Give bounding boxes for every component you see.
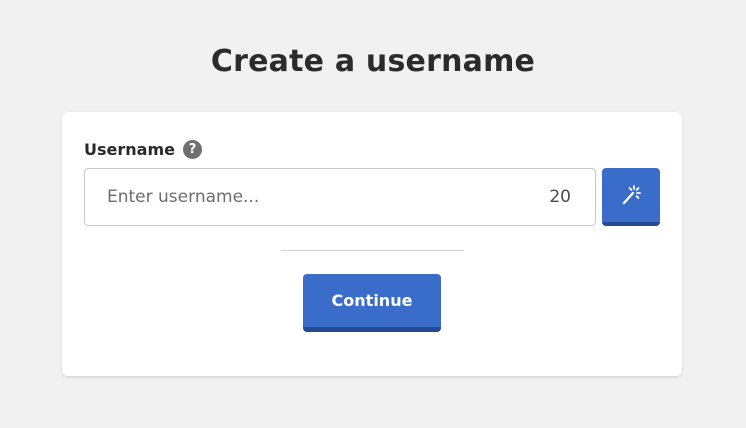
username-input[interactable] [85, 169, 525, 225]
page-title: Create a username [210, 44, 536, 79]
divider [281, 250, 464, 251]
username-label: Username [84, 140, 175, 159]
username-label-row: Username ? [84, 140, 202, 159]
continue-button[interactable]: Continue [303, 274, 441, 332]
character-count: 20 [549, 187, 571, 207]
generate-username-button[interactable] [602, 168, 660, 226]
magic-wand-icon [622, 185, 641, 205]
username-card: Username ? 20 Continue [62, 112, 682, 376]
username-field[interactable]: 20 [84, 168, 596, 226]
help-icon[interactable]: ? [182, 140, 202, 159]
